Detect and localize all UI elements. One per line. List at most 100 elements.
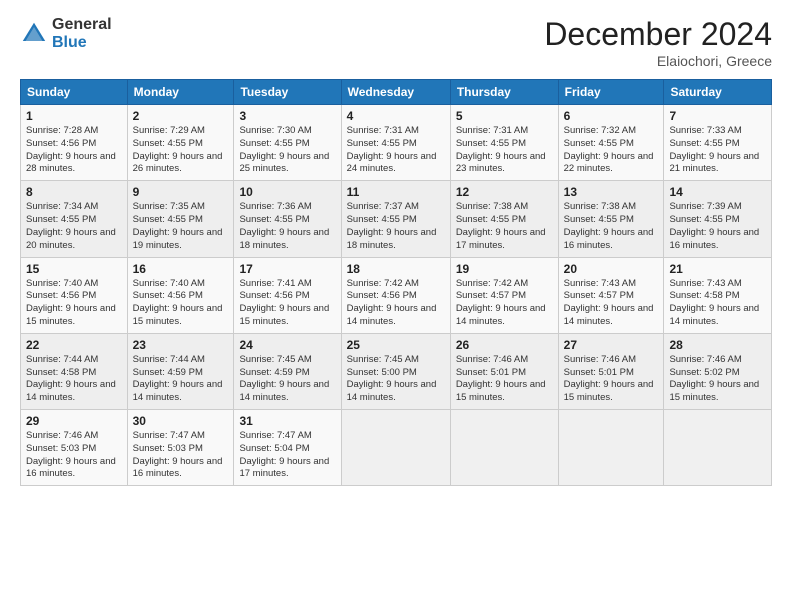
day-info: Sunrise: 7:46 AMSunset: 5:03 PMDaylight:… <box>26 430 122 481</box>
day-info: Sunrise: 7:38 AMSunset: 4:55 PMDaylight:… <box>456 201 553 252</box>
day-number: 24 <box>239 338 335 352</box>
page: General Blue December 2024 Elaiochori, G… <box>0 0 792 612</box>
calendar-cell-w3-d2: 17 Sunrise: 7:41 AMSunset: 4:56 PMDayligh… <box>234 257 341 333</box>
day-number: 6 <box>564 109 659 123</box>
day-info: Sunrise: 7:46 AMSunset: 5:01 PMDaylight:… <box>456 354 553 405</box>
day-number: 8 <box>26 185 122 199</box>
logo-icon <box>20 20 48 48</box>
day-info: Sunrise: 7:43 AMSunset: 4:57 PMDaylight:… <box>564 278 659 329</box>
header: General Blue December 2024 Elaiochori, G… <box>20 16 772 69</box>
col-friday: Friday <box>558 80 664 105</box>
day-number: 25 <box>347 338 445 352</box>
day-number: 19 <box>456 262 553 276</box>
day-info: Sunrise: 7:28 AMSunset: 4:56 PMDaylight:… <box>26 125 122 176</box>
day-info: Sunrise: 7:42 AMSunset: 4:56 PMDaylight:… <box>347 278 445 329</box>
day-info: Sunrise: 7:38 AMSunset: 4:55 PMDaylight:… <box>564 201 659 252</box>
calendar-cell-w4-d0: 22 Sunrise: 7:44 AMSunset: 4:58 PMDayligh… <box>21 333 128 409</box>
calendar-cell-w5-d1: 30Sunrise: 7:47 AMSunset: 5:03 PMDayligh… <box>127 410 234 486</box>
calendar-cell-w2-d4: 12Sunrise: 7:38 AMSunset: 4:55 PMDayligh… <box>450 181 558 257</box>
day-number: 16 <box>133 262 229 276</box>
day-info: Sunrise: 7:45 AMSunset: 4:59 PMDaylight:… <box>239 354 335 405</box>
calendar-cell-w2-d1: 9 Sunrise: 7:35 AMSunset: 4:55 PMDaylight… <box>127 181 234 257</box>
logo-text-blue: Blue <box>52 34 112 52</box>
day-number: 7 <box>669 109 766 123</box>
calendar-header-row: Sunday Monday Tuesday Wednesday Thursday… <box>21 80 772 105</box>
calendar-week-3: 15Sunrise: 7:40 AMSunset: 4:56 PMDayligh… <box>21 257 772 333</box>
calendar-cell-w2-d0: 8 Sunrise: 7:34 AMSunset: 4:55 PMDaylight… <box>21 181 128 257</box>
day-info: Sunrise: 7:31 AMSunset: 4:55 PMDaylight:… <box>347 125 445 176</box>
calendar-cell-w2-d2: 10 Sunrise: 7:36 AMSunset: 4:55 PMDayligh… <box>234 181 341 257</box>
calendar-cell-w4-d6: 28Sunrise: 7:46 AMSunset: 5:02 PMDayligh… <box>664 333 772 409</box>
calendar-cell-w3-d0: 15Sunrise: 7:40 AMSunset: 4:56 PMDayligh… <box>21 257 128 333</box>
calendar-cell-w1-d1: 2 Sunrise: 7:29 AMSunset: 4:55 PMDaylight… <box>127 105 234 181</box>
day-number: 31 <box>239 414 335 428</box>
calendar-week-2: 8 Sunrise: 7:34 AMSunset: 4:55 PMDaylight… <box>21 181 772 257</box>
day-info: Sunrise: 7:41 AMSunset: 4:56 PMDaylight:… <box>239 278 335 329</box>
calendar-cell-w5-d4 <box>450 410 558 486</box>
col-wednesday: Wednesday <box>341 80 450 105</box>
day-number: 21 <box>669 262 766 276</box>
day-info: Sunrise: 7:39 AMSunset: 4:55 PMDaylight:… <box>669 201 766 252</box>
day-number: 10 <box>239 185 335 199</box>
calendar-cell-w4-d5: 27Sunrise: 7:46 AMSunset: 5:01 PMDayligh… <box>558 333 664 409</box>
calendar-cell-w2-d3: 11 Sunrise: 7:37 AMSunset: 4:55 PMDayligh… <box>341 181 450 257</box>
calendar-table: Sunday Monday Tuesday Wednesday Thursday… <box>20 79 772 486</box>
logo-text-general: General <box>52 16 112 34</box>
calendar-week-5: 29Sunrise: 7:46 AMSunset: 5:03 PMDayligh… <box>21 410 772 486</box>
calendar-cell-w5-d6 <box>664 410 772 486</box>
calendar-cell-w4-d1: 23 Sunrise: 7:44 AMSunset: 4:59 PMDayligh… <box>127 333 234 409</box>
day-number: 2 <box>133 109 229 123</box>
calendar-cell-w5-d0: 29Sunrise: 7:46 AMSunset: 5:03 PMDayligh… <box>21 410 128 486</box>
calendar-cell-w1-d5: 6Sunrise: 7:32 AMSunset: 4:55 PMDaylight… <box>558 105 664 181</box>
calendar-cell-w3-d4: 19 Sunrise: 7:42 AMSunset: 4:57 PMDayligh… <box>450 257 558 333</box>
day-info: Sunrise: 7:29 AMSunset: 4:55 PMDaylight:… <box>133 125 229 176</box>
calendar-cell-w5-d5 <box>558 410 664 486</box>
day-info: Sunrise: 7:36 AMSunset: 4:55 PMDaylight:… <box>239 201 335 252</box>
day-info: Sunrise: 7:43 AMSunset: 4:58 PMDaylight:… <box>669 278 766 329</box>
day-info: Sunrise: 7:42 AMSunset: 4:57 PMDaylight:… <box>456 278 553 329</box>
day-number: 14 <box>669 185 766 199</box>
day-number: 26 <box>456 338 553 352</box>
title-block: December 2024 Elaiochori, Greece <box>544 16 772 69</box>
calendar-cell-w3-d3: 18 Sunrise: 7:42 AMSunset: 4:56 PMDayligh… <box>341 257 450 333</box>
calendar-week-1: 1 Sunrise: 7:28 AMSunset: 4:56 PMDaylight… <box>21 105 772 181</box>
calendar-cell-w3-d6: 21 Sunrise: 7:43 AMSunset: 4:58 PMDayligh… <box>664 257 772 333</box>
day-info: Sunrise: 7:34 AMSunset: 4:55 PMDaylight:… <box>26 201 122 252</box>
day-info: Sunrise: 7:37 AMSunset: 4:55 PMDaylight:… <box>347 201 445 252</box>
calendar-cell-w5-d2: 31 Sunrise: 7:47 AMSunset: 5:04 PMDayligh… <box>234 410 341 486</box>
calendar-cell-w5-d3 <box>341 410 450 486</box>
calendar-cell-w4-d2: 24 Sunrise: 7:45 AMSunset: 4:59 PMDayligh… <box>234 333 341 409</box>
month-title: December 2024 <box>544 16 772 53</box>
col-sunday: Sunday <box>21 80 128 105</box>
day-number: 22 <box>26 338 122 352</box>
calendar-week-4: 22 Sunrise: 7:44 AMSunset: 4:58 PMDayligh… <box>21 333 772 409</box>
calendar-cell-w1-d6: 7 Sunrise: 7:33 AMSunset: 4:55 PMDaylight… <box>664 105 772 181</box>
logo: General Blue <box>20 16 112 51</box>
calendar-cell-w3-d1: 16Sunrise: 7:40 AMSunset: 4:56 PMDayligh… <box>127 257 234 333</box>
day-number: 3 <box>239 109 335 123</box>
day-info: Sunrise: 7:44 AMSunset: 4:59 PMDaylight:… <box>133 354 229 405</box>
day-number: 18 <box>347 262 445 276</box>
calendar-cell-w1-d0: 1 Sunrise: 7:28 AMSunset: 4:56 PMDaylight… <box>21 105 128 181</box>
day-number: 28 <box>669 338 766 352</box>
day-number: 1 <box>26 109 122 123</box>
day-number: 17 <box>239 262 335 276</box>
day-number: 4 <box>347 109 445 123</box>
col-monday: Monday <box>127 80 234 105</box>
day-number: 11 <box>347 185 445 199</box>
day-info: Sunrise: 7:44 AMSunset: 4:58 PMDaylight:… <box>26 354 122 405</box>
day-info: Sunrise: 7:30 AMSunset: 4:55 PMDaylight:… <box>239 125 335 176</box>
col-saturday: Saturday <box>664 80 772 105</box>
calendar-cell-w1-d3: 4 Sunrise: 7:31 AMSunset: 4:55 PMDaylight… <box>341 105 450 181</box>
day-number: 23 <box>133 338 229 352</box>
day-info: Sunrise: 7:33 AMSunset: 4:55 PMDaylight:… <box>669 125 766 176</box>
day-info: Sunrise: 7:35 AMSunset: 4:55 PMDaylight:… <box>133 201 229 252</box>
calendar-cell-w4-d3: 25Sunrise: 7:45 AMSunset: 5:00 PMDayligh… <box>341 333 450 409</box>
day-info: Sunrise: 7:31 AMSunset: 4:55 PMDaylight:… <box>456 125 553 176</box>
day-info: Sunrise: 7:47 AMSunset: 5:04 PMDaylight:… <box>239 430 335 481</box>
day-number: 9 <box>133 185 229 199</box>
day-number: 13 <box>564 185 659 199</box>
calendar-cell-w2-d5: 13 Sunrise: 7:38 AMSunset: 4:55 PMDayligh… <box>558 181 664 257</box>
day-info: Sunrise: 7:46 AMSunset: 5:01 PMDaylight:… <box>564 354 659 405</box>
calendar-cell-w1-d2: 3 Sunrise: 7:30 AMSunset: 4:55 PMDaylight… <box>234 105 341 181</box>
